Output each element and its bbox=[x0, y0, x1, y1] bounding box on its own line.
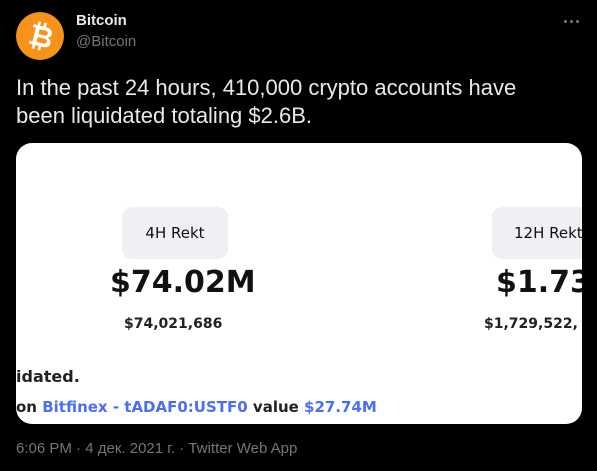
rekt-12h-label: 12H Rekt bbox=[492, 207, 582, 259]
rekt-4h-exact-amount: $74,021,686 bbox=[124, 316, 223, 332]
liquidated-text: idated. bbox=[16, 367, 80, 386]
more-dot bbox=[563, 19, 567, 23]
display-name[interactable]: Bitcoin bbox=[76, 12, 136, 30]
trading-pair: tADAF0:USTF0 bbox=[124, 398, 248, 416]
detail-separator: - bbox=[107, 398, 125, 416]
tweet-source[interactable]: Twitter Web App bbox=[188, 440, 297, 457]
rekt-12h-exact-amount: $1,729,522, bbox=[484, 316, 578, 332]
handle[interactable]: @Bitcoin bbox=[76, 32, 136, 52]
rekt-4h-amount: $74.02M bbox=[110, 265, 256, 300]
tweet-text-line-1: In the past 24 hours, 410,000 crypto acc… bbox=[16, 75, 517, 100]
bitcoin-logo-icon bbox=[16, 12, 64, 60]
tweet-meta: 6:06 PM · 4 дек. 2021 г. · Twitter Web A… bbox=[16, 440, 297, 457]
meta-separator: · bbox=[71, 440, 86, 457]
tweet-date[interactable]: 4 дек. 2021 г. bbox=[85, 440, 175, 457]
tweet-time[interactable]: 6:06 PM bbox=[16, 440, 72, 457]
exchange-name: Bitfinex bbox=[42, 398, 108, 416]
more-dot bbox=[569, 19, 573, 23]
more-dot bbox=[575, 19, 579, 23]
author-block: Bitcoin @Bitcoin bbox=[76, 12, 136, 52]
rekt-4h-label: 4H Rekt bbox=[122, 207, 228, 259]
liquidation-detail: on Bitfinex - tADAF0:USTF0 value $27.74M bbox=[16, 398, 377, 416]
rekt-12h-amount: $1.73 bbox=[496, 265, 582, 300]
tweet: Bitcoin @Bitcoin In the past 24 hours, 4… bbox=[0, 0, 597, 471]
tweet-image[interactable]: 4H Rekt $74.02M $74,021,686 12H Rekt $1.… bbox=[16, 143, 582, 424]
tweet-text-line-2: been liquidated totaling $2.6B. bbox=[16, 103, 313, 128]
liquidation-value: $27.74M bbox=[304, 398, 377, 416]
avatar[interactable] bbox=[16, 12, 64, 60]
tweet-text: In the past 24 hours, 410,000 crypto acc… bbox=[16, 74, 582, 130]
value-label: value bbox=[247, 398, 305, 416]
more-options-icon[interactable] bbox=[559, 14, 583, 28]
meta-separator: · bbox=[175, 440, 189, 457]
detail-prefix: on bbox=[16, 398, 43, 416]
